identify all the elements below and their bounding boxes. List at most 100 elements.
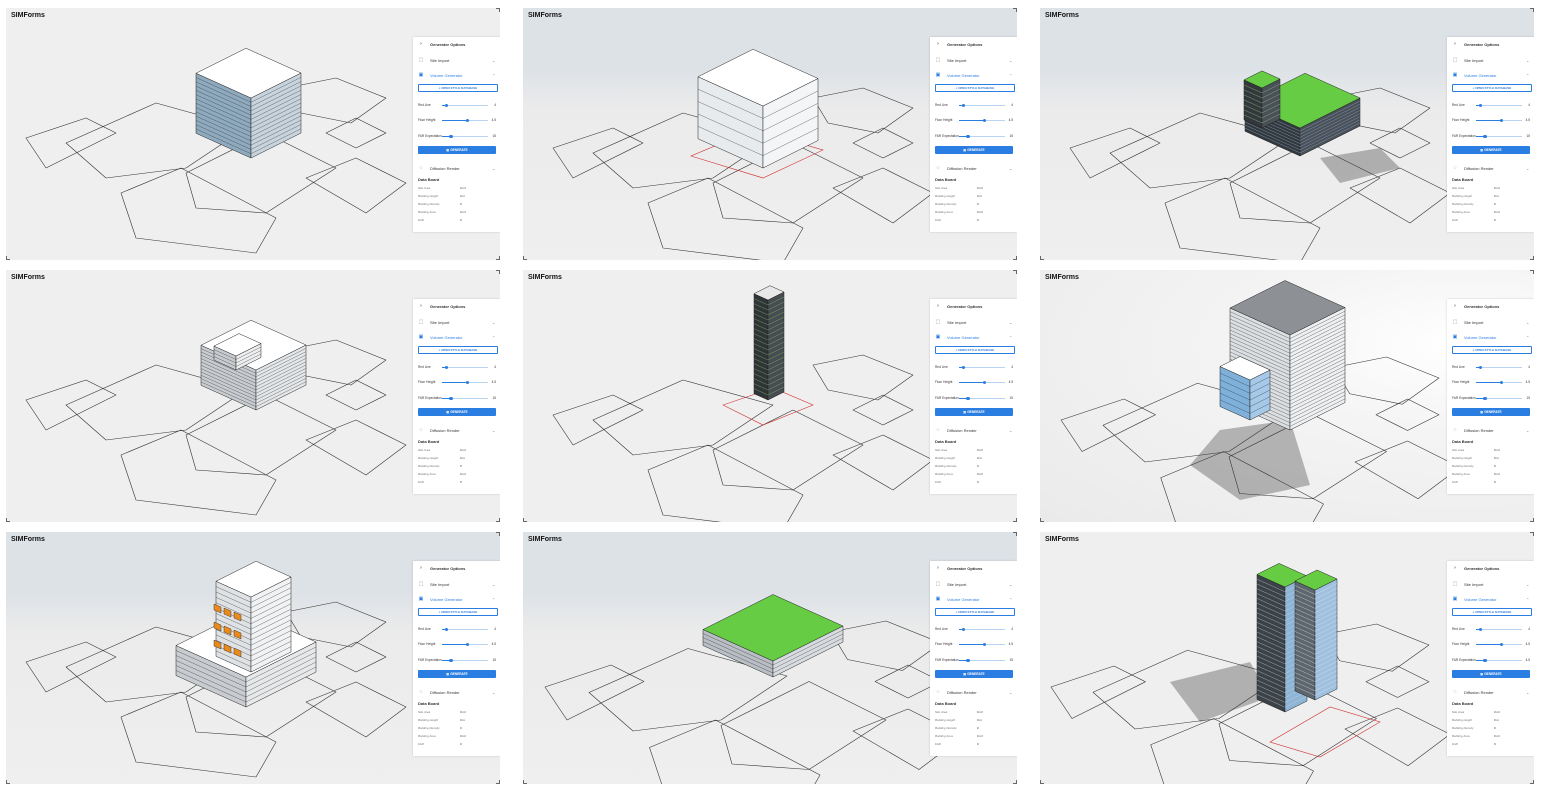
chevron-right-icon[interactable]: ›: [1452, 41, 1458, 47]
slider-knob[interactable]: [982, 642, 987, 647]
far-expectation-slider[interactable]: FAR Expectation 15: [418, 394, 496, 402]
far-expectation-slider[interactable]: FAR Expectation 4.5: [1452, 656, 1530, 664]
panel-header[interactable]: › Generator Options: [1447, 563, 1534, 573]
far-expectation-slider[interactable]: FAR Expectation 15: [1452, 394, 1530, 402]
slider-knob[interactable]: [1478, 103, 1483, 108]
far-expectation-slider[interactable]: FAR Expectation 15: [418, 132, 496, 140]
generate-button[interactable]: ▥ GENERATE: [1452, 670, 1530, 678]
chevron-down-icon[interactable]: ⌄: [1526, 428, 1534, 433]
slider-knob[interactable]: [982, 380, 987, 385]
slider-knob[interactable]: [1483, 134, 1487, 139]
volume-generator-row[interactable]: ▣ Volume Generator ⌃: [1447, 70, 1534, 80]
diffusion-render-row[interactable]: ◌ Diffusion Render ⌄: [930, 687, 1017, 697]
slider-knob[interactable]: [444, 103, 449, 108]
slider-knob[interactable]: [966, 658, 970, 663]
red-line-slider[interactable]: Red Line 4: [1452, 101, 1530, 109]
volume-generator-row[interactable]: ▣ Volume Generator ⌃: [413, 70, 500, 80]
viewport-tile-6[interactable]: SIMForms › Generator Options ⬚ Site Impo…: [1040, 270, 1534, 522]
open-style-database-button[interactable]: ⌕ OPEN STYLE DATABASE: [935, 84, 1015, 92]
viewport-tile-5[interactable]: SIMForms › Generator Options ⬚ Site Impo…: [523, 270, 1017, 522]
slider-knob[interactable]: [1483, 658, 1487, 663]
volume-generator-row[interactable]: ▣ Volume Generator ⌃: [1447, 594, 1534, 604]
slider-track[interactable]: [1476, 105, 1522, 106]
diffusion-render-row[interactable]: ◌ Diffusion Render ⌄: [413, 687, 500, 697]
slider-knob[interactable]: [1499, 642, 1504, 647]
slider-track[interactable]: [442, 105, 488, 106]
slider-knob[interactable]: [1499, 380, 1504, 385]
slider-track[interactable]: [959, 105, 1005, 106]
viewport-tile-1[interactable]: SIMForms › Generator Options ⬚ Site Impo…: [6, 8, 500, 260]
diffusion-render-row[interactable]: ◌ Diffusion Render ⌄: [930, 425, 1017, 435]
chevron-right-icon[interactable]: ›: [418, 41, 424, 47]
slider-knob[interactable]: [449, 396, 453, 401]
chevron-up-icon[interactable]: ⌃: [1009, 73, 1017, 78]
slider-knob[interactable]: [449, 134, 453, 139]
floor-height-slider[interactable]: Floor Height 4.5: [1452, 116, 1530, 124]
slider-track[interactable]: [959, 629, 1005, 630]
floor-height-slider[interactable]: Floor Height 4.5: [418, 378, 496, 386]
far-expectation-slider[interactable]: FAR Expectation 15: [935, 656, 1013, 664]
red-line-slider[interactable]: Red Line 4: [935, 101, 1013, 109]
generate-button[interactable]: ▥ GENERATE: [935, 670, 1013, 678]
site-import-row[interactable]: ⬚ Site Import ⌄: [1447, 579, 1534, 589]
floor-height-slider[interactable]: Floor Height 4.5: [935, 378, 1013, 386]
panel-header[interactable]: › Generator Options: [930, 39, 1017, 49]
slider-knob[interactable]: [961, 627, 966, 632]
red-line-slider[interactable]: Red Line 4: [1452, 625, 1530, 633]
volume-generator-row[interactable]: ▣ Volume Generator ⌃: [413, 332, 500, 342]
site-import-row[interactable]: ⬚ Site Import ⌄: [413, 317, 500, 327]
site-import-row[interactable]: ⬚ Site Import ⌄: [1447, 55, 1534, 65]
chevron-down-icon[interactable]: ⌄: [1009, 166, 1017, 171]
chevron-right-icon[interactable]: ›: [935, 565, 941, 571]
floor-height-slider[interactable]: Floor Height 4.5: [935, 116, 1013, 124]
chevron-up-icon[interactable]: ⌃: [492, 73, 500, 78]
panel-header[interactable]: › Generator Options: [413, 563, 500, 573]
chevron-right-icon[interactable]: ›: [1452, 303, 1458, 309]
far-expectation-slider[interactable]: FAR Expectation 15: [935, 394, 1013, 402]
open-style-database-button[interactable]: ⌕ OPEN STYLE DATABASE: [935, 346, 1015, 354]
volume-generator-row[interactable]: ▣ Volume Generator ⌃: [930, 594, 1017, 604]
generate-button[interactable]: ▥ GENERATE: [418, 146, 496, 154]
generate-button[interactable]: ▥ GENERATE: [1452, 146, 1530, 154]
generate-button[interactable]: ▥ GENERATE: [418, 670, 496, 678]
slider-knob[interactable]: [966, 396, 970, 401]
chevron-right-icon[interactable]: ›: [935, 303, 941, 309]
diffusion-render-row[interactable]: ◌ Diffusion Render ⌄: [930, 163, 1017, 173]
slider-knob[interactable]: [966, 134, 970, 139]
slider-track[interactable]: [959, 367, 1005, 368]
red-line-slider[interactable]: Red Line 4: [418, 625, 496, 633]
diffusion-render-row[interactable]: ◌ Diffusion Render ⌄: [1447, 425, 1534, 435]
slider-knob[interactable]: [1478, 627, 1483, 632]
chevron-down-icon[interactable]: ⌄: [492, 320, 500, 325]
red-line-slider[interactable]: Red Line 4: [1452, 363, 1530, 371]
far-expectation-slider[interactable]: FAR Expectation 15: [1452, 132, 1530, 140]
slider-knob[interactable]: [1478, 365, 1483, 370]
chevron-down-icon[interactable]: ⌄: [492, 166, 500, 171]
slider-track[interactable]: [442, 367, 488, 368]
chevron-down-icon[interactable]: ⌄: [1009, 690, 1017, 695]
panel-header[interactable]: › Generator Options: [413, 39, 500, 49]
panel-header[interactable]: › Generator Options: [413, 301, 500, 311]
viewport-tile-7[interactable]: SIMForms › Generator Options ⬚ Site Impo…: [6, 532, 500, 784]
volume-generator-row[interactable]: ▣ Volume Generator ⌃: [930, 332, 1017, 342]
viewport-tile-2[interactable]: SIMForms › Generator Options ⬚ Site Impo…: [523, 8, 1017, 260]
chevron-up-icon[interactable]: ⌃: [1526, 597, 1534, 602]
viewport-tile-4[interactable]: SIMForms › Generator Options ⬚ Site Impo…: [6, 270, 500, 522]
viewport-tile-9[interactable]: SIMForms › Generator Options ⬚ Site Impo…: [1040, 532, 1534, 784]
red-line-slider[interactable]: Red Line 4: [935, 625, 1013, 633]
slider-knob[interactable]: [982, 118, 987, 123]
chevron-up-icon[interactable]: ⌃: [1526, 335, 1534, 340]
chevron-right-icon[interactable]: ›: [418, 565, 424, 571]
slider-knob[interactable]: [444, 627, 449, 632]
chevron-down-icon[interactable]: ⌄: [1526, 320, 1534, 325]
panel-header[interactable]: › Generator Options: [1447, 39, 1534, 49]
floor-height-slider[interactable]: Floor Height 4.5: [418, 116, 496, 124]
chevron-down-icon[interactable]: ⌄: [1009, 58, 1017, 63]
slider-knob[interactable]: [961, 365, 966, 370]
slider-knob[interactable]: [961, 103, 966, 108]
chevron-down-icon[interactable]: ⌄: [1526, 166, 1534, 171]
slider-knob[interactable]: [1483, 396, 1487, 401]
diffusion-render-row[interactable]: ◌ Diffusion Render ⌄: [1447, 163, 1534, 173]
open-style-database-button[interactable]: ⌕ OPEN STYLE DATABASE: [418, 608, 498, 616]
panel-header[interactable]: › Generator Options: [1447, 301, 1534, 311]
